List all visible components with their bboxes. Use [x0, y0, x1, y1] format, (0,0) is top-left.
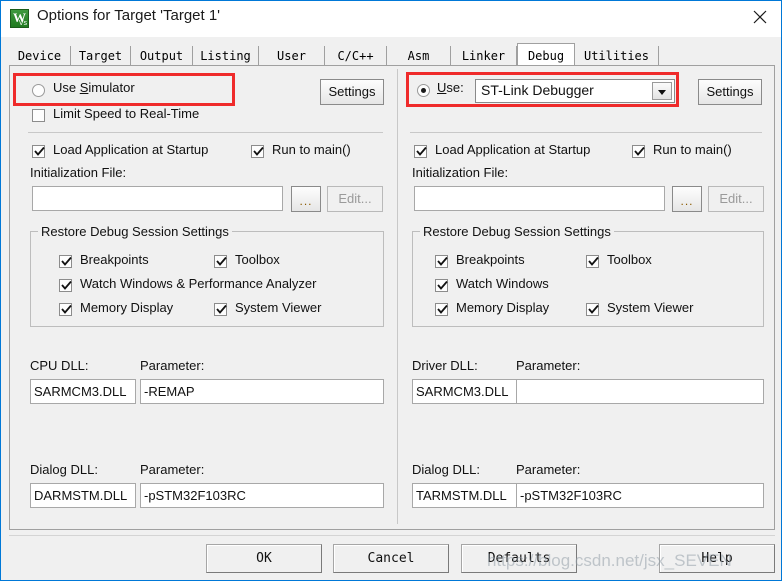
debugger-section-divider [410, 132, 762, 133]
simulator-dialog-parameter-input[interactable]: -pSTM32F103RC [140, 483, 384, 508]
simulator-memory-display-label: Memory Display [80, 300, 174, 315]
tab-user[interactable]: User [259, 46, 325, 66]
debugger-watch-windows-checkbox[interactable] [435, 279, 448, 292]
debugger-select-value: ST-Link Debugger [481, 82, 594, 98]
use-debugger-radio[interactable] [417, 84, 430, 97]
cpu-parameter-label: Parameter: [140, 358, 205, 373]
options-for-target-dialog: W Vs Options for Target 'Target 1' Devic… [0, 0, 782, 581]
chevron-down-icon[interactable] [652, 82, 672, 100]
use-simulator-label-pre: Use [53, 80, 80, 95]
icon-glyph-vs: Vs [18, 20, 27, 27]
title-bar: W Vs Options for Target 'Target 1' [1, 1, 781, 37]
debugger-breakpoints-checkbox[interactable] [435, 255, 448, 268]
tab-device[interactable]: Device [9, 46, 71, 66]
limit-speed-checkbox[interactable] [32, 109, 45, 122]
window-title: Options for Target 'Target 1' [37, 7, 221, 24]
debugger-init-file-label: Initialization File: [412, 165, 509, 180]
simulator-restore-session-group: Restore Debug Session Settings Breakpoin… [30, 224, 384, 327]
simulator-section-divider [28, 132, 383, 133]
close-icon[interactable] [737, 1, 781, 31]
tab-utilities[interactable]: Utilities [575, 46, 659, 66]
use-debugger-label-post: se: [446, 80, 464, 95]
debugger-dialog-parameter-input[interactable]: -pSTM32F103RC [516, 483, 764, 508]
simulator-toolbox-label: Toolbox [235, 252, 280, 267]
debugger-panel: Use: ST-Link Debugger Settings Load Appl… [398, 66, 774, 528]
tab-strip: Device Target Output Listing User C/C++ … [9, 43, 775, 68]
debugger-memory-display-checkbox[interactable] [435, 303, 448, 316]
debugger-load-application-checkbox[interactable] [414, 145, 427, 158]
debugger-dialog-dll-input[interactable]: TARMSTM.DLL [412, 483, 518, 508]
simulator-system-viewer-checkbox[interactable] [214, 303, 227, 316]
simulator-settings-button[interactable]: Settings [320, 79, 384, 105]
simulator-dialog-dll-label: Dialog DLL: [30, 462, 98, 477]
debugger-restore-session-caption: Restore Debug Session Settings [420, 224, 614, 239]
simulator-breakpoints-label: Breakpoints [80, 252, 149, 267]
debugger-memory-display-label: Memory Display [456, 300, 550, 315]
debug-settings-body: Use Simulator Limit Speed to Real-Time S… [9, 66, 775, 530]
driver-parameter-input[interactable] [516, 379, 764, 404]
debugger-load-application-label: Load Application at Startup [435, 142, 591, 157]
debugger-run-to-main-label: Run to main() [653, 142, 732, 157]
help-button[interactable]: Help [659, 544, 775, 573]
debugger-toolbox-label: Toolbox [607, 252, 652, 267]
simulator-init-file-input[interactable] [32, 186, 283, 211]
debugger-system-viewer-checkbox[interactable] [586, 303, 599, 316]
debugger-browse-button[interactable]: ... [672, 186, 702, 212]
cpu-dll-label: CPU DLL: [30, 358, 89, 373]
simulator-restore-session-caption: Restore Debug Session Settings [38, 224, 232, 239]
footer-divider [9, 535, 775, 536]
debugger-run-to-main-checkbox[interactable] [632, 145, 645, 158]
debugger-system-viewer-label: System Viewer [607, 300, 694, 315]
use-debugger-label: Use: [437, 80, 464, 95]
simulator-breakpoints-checkbox[interactable] [59, 255, 72, 268]
use-simulator-label-post: imulator [88, 80, 135, 95]
ok-button[interactable]: OK [206, 544, 322, 573]
simulator-system-viewer-label: System Viewer [235, 300, 322, 315]
simulator-browse-dots: ... [299, 194, 313, 208]
debugger-select[interactable]: ST-Link Debugger [475, 79, 675, 103]
simulator-panel: Use Simulator Limit Speed to Real-Time S… [10, 66, 397, 528]
tab-linker[interactable]: Linker [451, 46, 517, 66]
simulator-watch-windows-label: Watch Windows & Performance Analyzer [80, 276, 317, 291]
debugger-watch-windows-label: Watch Windows [456, 276, 549, 291]
simulator-load-application-checkbox[interactable] [32, 145, 45, 158]
tab-c-cpp[interactable]: C/C++ [325, 46, 387, 66]
debugger-toolbox-checkbox[interactable] [586, 255, 599, 268]
simulator-dialog-dll-input[interactable]: DARMSTM.DLL [30, 483, 136, 508]
limit-speed-label: Limit Speed to Real-Time [53, 106, 200, 121]
debugger-dialog-parameter-label: Parameter: [516, 462, 581, 477]
cpu-parameter-input[interactable]: -REMAP [140, 379, 384, 404]
simulator-memory-display-checkbox[interactable] [59, 303, 72, 316]
simulator-browse-button[interactable]: ... [291, 186, 321, 212]
debugger-init-file-input[interactable] [414, 186, 665, 211]
driver-dll-input[interactable]: SARMCM3.DLL [412, 379, 518, 404]
simulator-run-to-main-label: Run to main() [272, 142, 351, 157]
debugger-edit-button[interactable]: Edit... [708, 186, 764, 212]
defaults-button[interactable]: Defaults [461, 544, 577, 573]
debugger-breakpoints-label: Breakpoints [456, 252, 525, 267]
debugger-restore-session-group: Restore Debug Session Settings Breakpoin… [412, 224, 764, 327]
simulator-toolbox-checkbox[interactable] [214, 255, 227, 268]
use-debugger-accel: U [437, 80, 447, 95]
tab-output[interactable]: Output [131, 46, 193, 66]
use-simulator-radio[interactable] [32, 84, 45, 97]
tab-asm[interactable]: Asm [387, 46, 451, 66]
tab-target[interactable]: Target [71, 46, 131, 66]
simulator-run-to-main-checkbox[interactable] [251, 145, 264, 158]
driver-dll-label: Driver DLL: [412, 358, 478, 373]
simulator-dialog-parameter-label: Parameter: [140, 462, 205, 477]
simulator-load-application-label: Load Application at Startup [53, 142, 209, 157]
cancel-button[interactable]: Cancel [333, 544, 449, 573]
simulator-edit-button[interactable]: Edit... [327, 186, 383, 212]
keil-uvision-icon: W Vs [10, 9, 29, 28]
debugger-dialog-dll-label: Dialog DLL: [412, 462, 480, 477]
driver-parameter-label: Parameter: [516, 358, 581, 373]
simulator-watch-windows-checkbox[interactable] [59, 279, 72, 292]
debugger-settings-button[interactable]: Settings [698, 79, 762, 105]
simulator-init-file-label: Initialization File: [30, 165, 127, 180]
tab-listing[interactable]: Listing [193, 46, 259, 66]
debugger-browse-dots: ... [680, 194, 694, 208]
use-simulator-label: Use Simulator [53, 80, 135, 95]
cpu-dll-input[interactable]: SARMCM3.DLL [30, 379, 136, 404]
